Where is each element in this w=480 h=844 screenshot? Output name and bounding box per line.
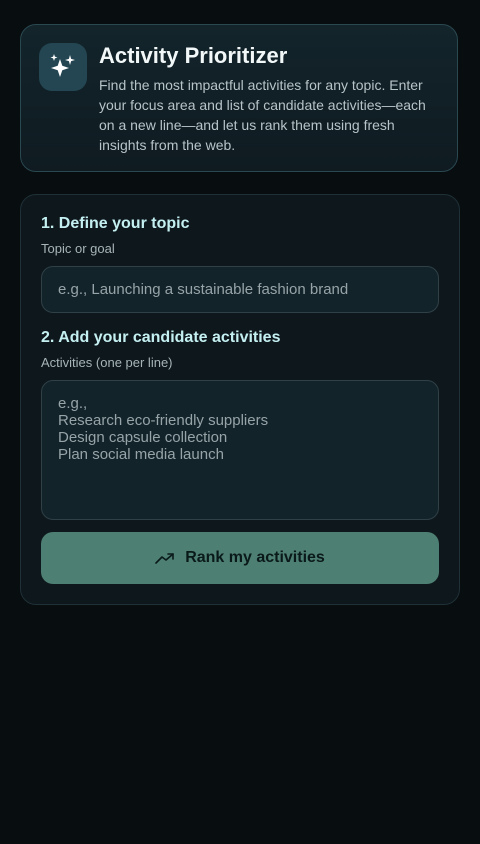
rank-activities-button[interactable]: Rank my activities: [41, 532, 439, 584]
rank-button-label: Rank my activities: [185, 549, 325, 566]
sparkles-icon: [50, 54, 75, 77]
app-logo: [39, 43, 87, 91]
app-title: Activity Prioritizer: [99, 43, 288, 68]
activity-form: 1. Define your topic Topic or goal 2. Ad…: [20, 194, 460, 605]
topic-section-title: 1. Define your topic: [41, 215, 190, 232]
app-description: Find the most impactful activities for a…: [99, 77, 426, 153]
activities-input[interactable]: [41, 380, 439, 520]
trending-up-icon: [155, 553, 174, 564]
activities-section-title: 2. Add your candidate activities: [41, 329, 281, 346]
header-card: Activity Prioritizer Find the most impac…: [20, 24, 458, 172]
topic-label: Topic or goal: [41, 241, 115, 256]
topic-input[interactable]: [41, 266, 439, 313]
activities-label: Activities (one per line): [41, 355, 173, 370]
